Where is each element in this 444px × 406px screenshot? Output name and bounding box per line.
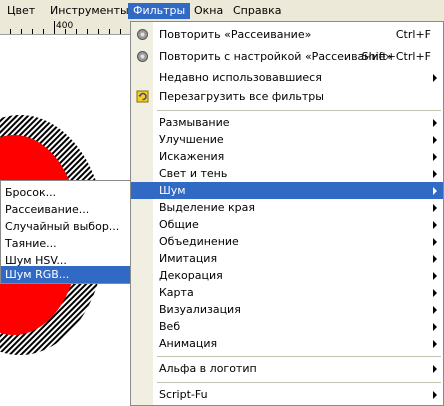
filter-category-render[interactable]: Визуализация (131, 301, 443, 318)
menu-tools[interactable]: Инструменты (45, 3, 134, 19)
menubar: Цвет Инструменты Фильтры Окна Справка (0, 0, 444, 22)
filter-category-combine[interactable]: Объединение (131, 233, 443, 250)
submenu-arrow-icon (433, 187, 437, 195)
menu-separator (157, 110, 441, 111)
menu-windows[interactable]: Окна (189, 3, 228, 19)
menu-help[interactable]: Справка (228, 3, 286, 19)
submenu-arrow-icon (433, 238, 437, 246)
submenu-arrow-icon (433, 306, 437, 314)
menu-color[interactable]: Цвет (2, 3, 40, 19)
menu-separator (157, 382, 441, 383)
filter-category-enhance[interactable]: Улучшение (131, 131, 443, 148)
filter-category-distorts[interactable]: Искажения (131, 148, 443, 165)
filter-category-generic[interactable]: Общие (131, 216, 443, 233)
filter-category-map[interactable]: Карта (131, 284, 443, 301)
reshow-filter-item[interactable]: Повторить с настройкой «Рассеивание» Shi… (131, 48, 443, 65)
noise-spread-item[interactable]: Бросок... (1, 184, 130, 201)
filter-category-web[interactable]: Веб (131, 318, 443, 335)
submenu-arrow-icon (433, 119, 437, 127)
noise-slur-item[interactable]: Таяние... (1, 235, 130, 252)
filter-category-edge-detect[interactable]: Выделение края (131, 199, 443, 216)
filter-category-animation[interactable]: Анимация (131, 335, 443, 352)
submenu-arrow-icon (433, 323, 437, 331)
submenu-arrow-icon (433, 221, 437, 229)
noise-scatter-item[interactable]: Рассеивание... (1, 201, 130, 218)
repeat-filter-item[interactable]: Повторить «Рассеивание» Ctrl+F (131, 26, 443, 43)
horizontal-ruler: 400 (0, 21, 135, 35)
filter-category-light-shadow[interactable]: Свет и тень (131, 165, 443, 182)
filter-category-script-fu[interactable]: Script-Fu (131, 386, 443, 403)
reset-filters-item[interactable]: Перезагрузить все фильтры (131, 88, 443, 105)
menu-separator (157, 356, 441, 357)
filter-category-alpha-to-logo[interactable]: Альфа в логотип (131, 360, 443, 377)
submenu-arrow-icon (433, 289, 437, 297)
submenu-arrow-icon (433, 170, 437, 178)
filters-menu: Повторить «Рассеивание» Ctrl+F Повторить… (130, 21, 444, 406)
submenu-arrow-icon (433, 272, 437, 280)
submenu-arrow-icon (433, 74, 437, 82)
reload-icon (136, 90, 149, 103)
filter-category-blur[interactable]: Размывание (131, 114, 443, 131)
submenu-arrow-icon (433, 365, 437, 373)
submenu-arrow-icon (433, 153, 437, 161)
noise-rgb-item[interactable]: Шум RGB... (1, 266, 130, 283)
repeat-filter-icon (137, 29, 148, 40)
menu-filters[interactable]: Фильтры (128, 3, 191, 19)
noise-submenu: Бросок... Рассеивание... Случайный выбор… (0, 180, 131, 284)
submenu-arrow-icon (433, 136, 437, 144)
submenu-arrow-icon (433, 391, 437, 399)
recent-filters-item[interactable]: Недавно использовавшиеся (131, 69, 443, 86)
noise-random-pick-item[interactable]: Случайный выбор... (1, 218, 130, 235)
reshow-filter-icon (137, 51, 148, 62)
submenu-arrow-icon (433, 255, 437, 263)
filter-category-decor[interactable]: Декорация (131, 267, 443, 284)
submenu-arrow-icon (433, 204, 437, 212)
filter-category-noise[interactable]: Шум (131, 182, 443, 199)
filter-category-artistic[interactable]: Имитация (131, 250, 443, 267)
submenu-arrow-icon (433, 340, 437, 348)
